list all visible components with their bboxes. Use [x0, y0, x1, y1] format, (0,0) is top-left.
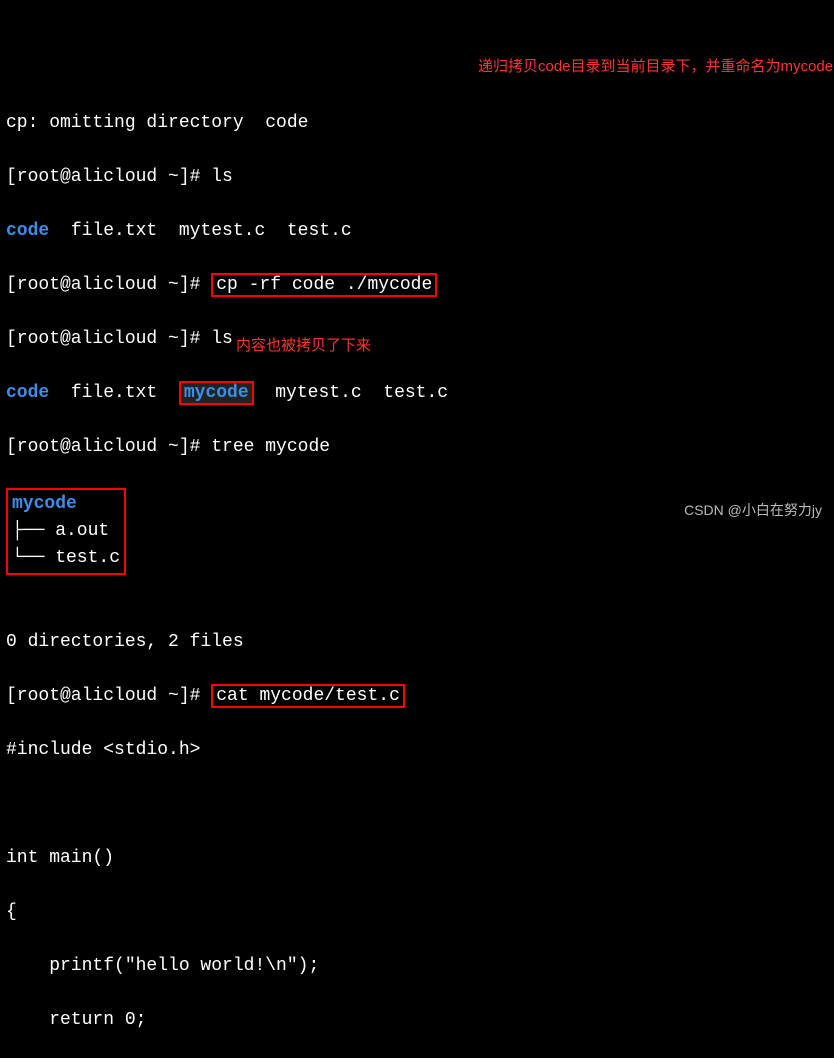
blank-line	[6, 575, 828, 602]
terminal-line-tree: [root@alicloud ~]# tree mycode	[6, 434, 828, 461]
terminal-line-ls2: [root@alicloud ~]# ls	[6, 326, 828, 353]
dir-code: code	[6, 221, 49, 241]
terminal-line-cat: [root@alicloud ~]# cat mycode/test.c	[6, 683, 828, 710]
tree-summary: 0 directories, 2 files	[6, 629, 828, 656]
tree-item-testc: └── test.c	[12, 545, 120, 572]
prompt: [root@alicloud ~]#	[6, 275, 211, 295]
code-blank	[6, 791, 828, 818]
code-include: #include <stdio.h>	[6, 737, 828, 764]
prompt: [root@alicloud ~]#	[6, 167, 211, 187]
annotation-cp: 递归拷贝code目录到当前目录下，并重命名为mycode	[478, 56, 818, 77]
prompt: [root@alicloud ~]#	[6, 329, 211, 349]
tree-item-aout: ├── a.out	[12, 518, 120, 545]
code-return: return 0;	[6, 1007, 828, 1034]
terminal-line-ls1: [root@alicloud ~]# ls	[6, 164, 828, 191]
command-tree: tree mycode	[211, 437, 330, 457]
tree-root: mycode	[12, 494, 77, 514]
code-printf: printf("hello world!\n");	[6, 953, 828, 980]
command-cp-boxed: cp -rf code ./mycode	[211, 273, 437, 297]
code-main: int main()	[6, 845, 828, 872]
prompt: [root@alicloud ~]#	[6, 437, 211, 457]
terminal-line-ls1-output: code file.txt mytest.c test.c	[6, 218, 828, 245]
file-list: file.txt mytest.c test.c	[49, 221, 351, 241]
terminal-line-partial: cp: omitting directory code	[6, 110, 828, 137]
command-ls: ls	[211, 167, 233, 187]
annotation-cat: 内容也被拷贝了下来	[236, 335, 371, 356]
code-brace-open: {	[6, 899, 828, 926]
prompt: [root@alicloud ~]#	[6, 686, 211, 706]
tree-output-box: mycode ├── a.out└── test.c	[6, 488, 126, 575]
command-ls: ls	[211, 329, 233, 349]
terminal-line-ls2-output: code file.txt mycode mytest.c test.c	[6, 380, 828, 407]
command-cat-boxed: cat mycode/test.c	[211, 684, 405, 708]
dir-code: code	[6, 383, 49, 403]
dir-mycode-highlighted: mycode	[179, 381, 254, 405]
watermark: CSDN @小白在努力jy	[684, 500, 822, 521]
terminal-line-cp: [root@alicloud ~]# cp -rf code ./mycode	[6, 272, 828, 299]
